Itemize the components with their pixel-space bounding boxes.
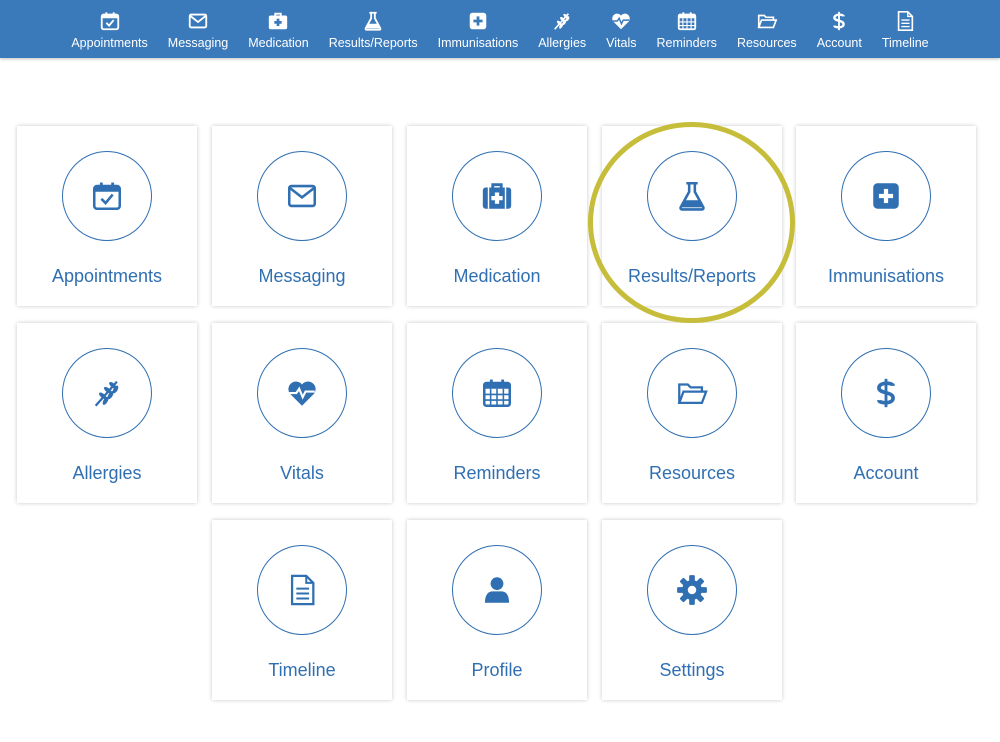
flask-icon (679, 181, 705, 211)
wheat-icon (551, 6, 573, 32)
tile-appointments[interactable]: Appointments (17, 126, 197, 306)
dollar-icon (877, 378, 895, 408)
document-icon (894, 6, 916, 32)
tile-icon-circle (452, 348, 542, 438)
envelope-icon (287, 184, 317, 208)
tile-reminders[interactable]: Reminders (407, 323, 587, 503)
tile-allergies[interactable]: Allergies (17, 323, 197, 503)
folder-open-icon (677, 383, 708, 405)
tile-label: Timeline (268, 660, 336, 680)
calendar-check-icon (92, 182, 122, 211)
user-icon (484, 577, 510, 603)
calendar-check-icon (99, 6, 121, 32)
tile-icon-circle (62, 151, 152, 241)
tile-icon-circle (647, 545, 737, 635)
nav-label: Immunisations (437, 36, 519, 50)
tile-vitals[interactable]: Vitals (212, 323, 392, 503)
tile-label: Medication (453, 266, 541, 286)
nav-label: Results/Reports (328, 36, 418, 50)
plus-square-icon (467, 6, 489, 32)
heartbeat-icon (288, 381, 316, 406)
plus-square-icon (873, 183, 899, 209)
tile-label: Appointments (51, 266, 163, 286)
nav-item-timeline[interactable]: Timeline (872, 0, 939, 58)
tile-results-reports[interactable]: Results/Reports (602, 126, 782, 306)
tile-icon-circle (452, 151, 542, 241)
tile-label: Profile (471, 660, 523, 680)
tile-icon-circle (841, 151, 931, 241)
tile-icon-circle (841, 348, 931, 438)
gear-icon (677, 575, 707, 605)
nav-item-vitals[interactable]: Vitals (596, 0, 646, 58)
tile-icon-circle (62, 348, 152, 438)
nav-label: Vitals (606, 36, 637, 50)
tile-icon-circle (257, 151, 347, 241)
tile-label: Messaging (258, 266, 346, 286)
envelope-icon (187, 6, 209, 32)
tile-profile[interactable]: Profile (407, 520, 587, 700)
tile-account[interactable]: Account (796, 323, 976, 503)
tile-label: Reminders (453, 463, 541, 483)
nav-label: Medication (248, 36, 309, 50)
nav-item-results-reports[interactable]: Results/Reports (319, 0, 428, 58)
tile-medication[interactable]: Medication (407, 126, 587, 306)
tile-label: Account (853, 463, 919, 483)
tile-label: Allergies (72, 463, 142, 483)
tile-icon-circle (257, 545, 347, 635)
medkit-icon (482, 183, 512, 209)
folder-open-icon (756, 6, 778, 32)
tile-label: Immunisations (827, 266, 945, 286)
calendar-grid-icon (482, 379, 512, 408)
wheat-icon (94, 380, 119, 407)
tile-immunisations[interactable]: Immunisations (796, 126, 976, 306)
nav-item-allergies[interactable]: Allergies (528, 0, 596, 58)
nav-item-reminders[interactable]: Reminders (647, 0, 727, 58)
nav-label: Allergies (538, 36, 587, 50)
nav-item-messaging[interactable]: Messaging (158, 0, 238, 58)
nav-item-medication[interactable]: Medication (238, 0, 318, 58)
dollar-icon (828, 6, 850, 32)
medkit-icon (267, 6, 289, 32)
nav-item-appointments[interactable]: Appointments (61, 0, 157, 58)
heartbeat-icon (610, 6, 632, 32)
tile-timeline[interactable]: Timeline (212, 520, 392, 700)
calendar-grid-icon (676, 6, 698, 32)
flask-icon (362, 6, 384, 32)
tile-label: Settings (659, 660, 725, 680)
nav-item-account[interactable]: Account (807, 0, 872, 58)
nav-label: Resources (736, 36, 797, 50)
tile-icon-circle (647, 348, 737, 438)
tile-icon-circle (452, 545, 542, 635)
tile-icon-circle (257, 348, 347, 438)
nav-label: Reminders (656, 36, 717, 50)
nav-item-immunisations[interactable]: Immunisations (428, 0, 529, 58)
nav-label: Messaging (167, 36, 229, 50)
tile-resources[interactable]: Resources (602, 323, 782, 503)
tile-messaging[interactable]: Messaging (212, 126, 392, 306)
tile-label: Vitals (280, 463, 324, 483)
nav-label: Timeline (881, 36, 929, 50)
nav-label: Account (816, 36, 862, 50)
document-icon (290, 574, 315, 606)
nav-label: Appointments (71, 36, 148, 50)
tile-label: Resources (648, 463, 736, 483)
tile-settings[interactable]: Settings (602, 520, 782, 700)
top-navigation-bar: Appointments Messaging Medication Result… (0, 0, 1000, 58)
tile-label: Results/Reports (627, 266, 757, 286)
nav-item-resources[interactable]: Resources (727, 0, 807, 58)
tile-icon-circle (647, 151, 737, 241)
